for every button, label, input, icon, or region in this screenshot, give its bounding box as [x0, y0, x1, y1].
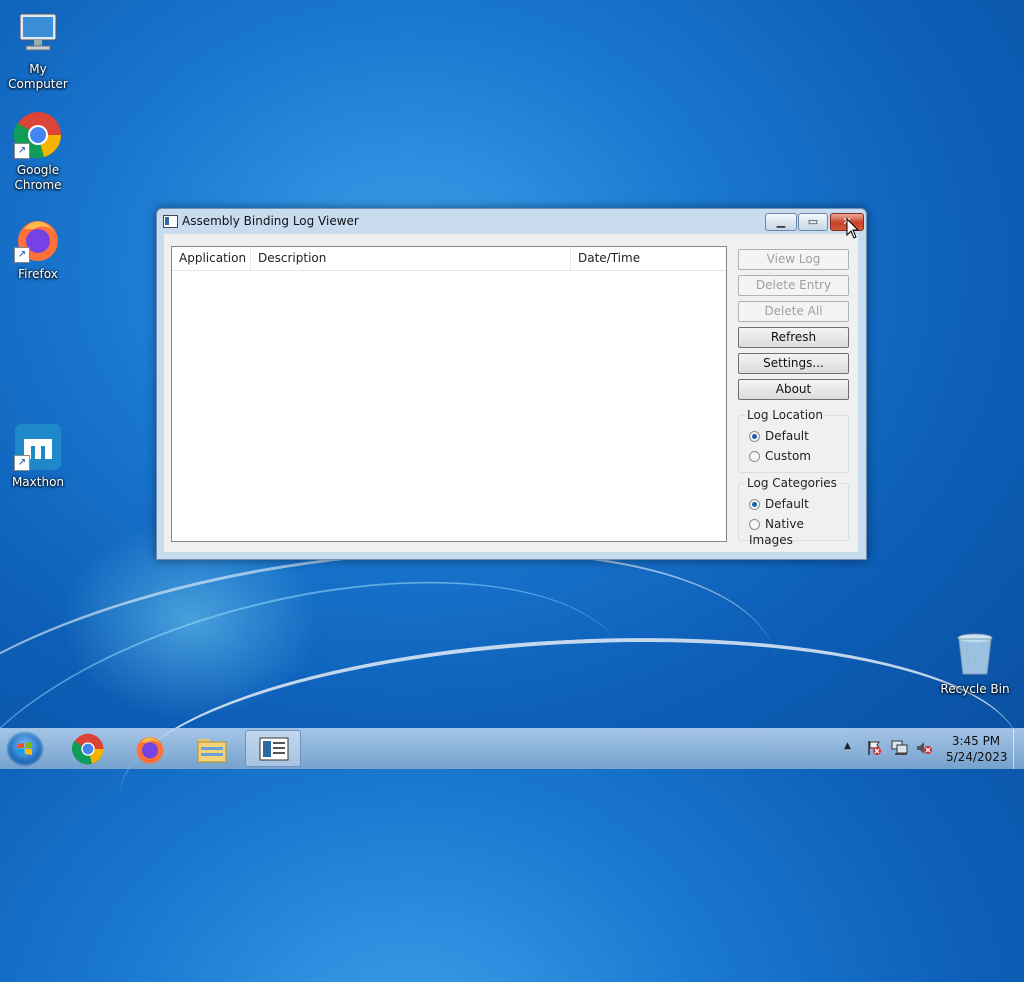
column-header-application[interactable]: Application — [172, 247, 251, 270]
action-center-flag-icon[interactable] — [866, 740, 882, 756]
log-location-group: Log Location Default Custom — [738, 408, 849, 473]
clock-time: 3:45 PM — [951, 734, 1001, 748]
taskbar-file-explorer[interactable] — [184, 730, 240, 767]
window-title: Assembly Binding Log Viewer — [182, 214, 359, 228]
list-header: Application Description Date/Time — [172, 247, 726, 271]
start-button[interactable] — [6, 731, 44, 767]
chrome-icon — [72, 733, 104, 765]
taskbar-assembly-binding-log-viewer[interactable] — [245, 730, 301, 767]
log-location-custom-radio[interactable]: Custom — [749, 448, 811, 464]
radio-unselected-icon — [749, 451, 760, 462]
volume-muted-icon[interactable] — [915, 740, 933, 756]
shortcut-arrow-icon: ↗ — [14, 247, 30, 263]
desktop-icon-my-computer[interactable]: My Computer — [0, 10, 76, 92]
windows-logo-icon — [18, 742, 32, 755]
assembly-binding-log-viewer-window[interactable]: Assembly Binding Log Viewer ▁ ▭ ✕ Applic… — [156, 208, 867, 560]
desktop-icon-maxthon[interactable]: ↗ Maxthon — [0, 423, 76, 490]
refresh-button[interactable]: Refresh — [738, 327, 849, 348]
folder-icon — [197, 739, 227, 763]
application-icon — [259, 737, 289, 761]
firefox-icon — [136, 737, 164, 764]
desktop-icon-label: Recycle Bin — [940, 682, 1010, 696]
log-categories-default-radio[interactable]: Default — [749, 496, 809, 512]
desktop-icon-label: Google Chrome — [14, 163, 62, 192]
log-entries-list[interactable]: Application Description Date/Time — [171, 246, 727, 542]
maxthon-icon: ↗ — [14, 423, 62, 471]
taskbar: ▲ 3:45 PM 5/24/2023 — [0, 728, 1024, 769]
recycle-bin-icon — [951, 630, 999, 678]
shortcut-arrow-icon: ↗ — [14, 455, 30, 471]
log-location-default-radio[interactable]: Default — [749, 428, 809, 444]
shortcut-arrow-icon: ↗ — [14, 143, 30, 159]
maximize-button[interactable]: ▭ — [798, 213, 828, 231]
desktop-icon-label: Firefox — [18, 267, 58, 281]
desktop-icon-google-chrome[interactable]: ↗ Google Chrome — [0, 111, 76, 193]
title-bar[interactable]: Assembly Binding Log Viewer ▁ ▭ ✕ — [157, 209, 866, 234]
chrome-icon: ↗ — [13, 111, 62, 159]
maximize-icon: ▭ — [807, 215, 819, 228]
log-categories-legend: Log Categories — [745, 476, 839, 490]
radio-label: Default — [765, 497, 809, 511]
show-hidden-icons-button[interactable]: ▲ — [844, 741, 856, 755]
view-log-button[interactable]: View Log — [738, 249, 849, 270]
desktop-icon-label: My Computer — [8, 62, 68, 91]
log-categories-native-images-radio[interactable]: Native Images — [749, 516, 848, 547]
computer-icon — [14, 10, 62, 58]
log-location-legend: Log Location — [745, 408, 826, 422]
radio-label: Default — [765, 429, 809, 443]
taskbar-firefox[interactable] — [122, 730, 178, 767]
radio-selected-icon — [749, 431, 760, 442]
about-button[interactable]: About — [738, 379, 849, 400]
taskbar-chrome[interactable] — [60, 730, 116, 767]
taskbar-clock[interactable]: 3:45 PM 5/24/2023 — [946, 733, 1008, 765]
mouse-pointer-icon — [846, 217, 860, 243]
minimize-icon: ▁ — [776, 215, 786, 228]
clock-date: 5/24/2023 — [946, 750, 1008, 764]
log-categories-group: Log Categories Default Native Images — [738, 476, 849, 547]
column-header-date-time[interactable]: Date/Time — [571, 247, 726, 270]
column-header-description[interactable]: Description — [251, 247, 571, 270]
radio-label: Custom — [765, 449, 811, 463]
application-icon — [163, 215, 178, 228]
delete-all-button[interactable]: Delete All — [738, 301, 849, 322]
network-icon[interactable] — [891, 740, 909, 756]
show-desktop-button[interactable] — [1013, 729, 1024, 769]
settings-button[interactable]: Settings... — [738, 353, 849, 374]
desktop-icon-recycle-bin[interactable]: Recycle Bin — [937, 630, 1013, 697]
radio-selected-icon — [749, 499, 760, 510]
firefox-icon: ↗ — [14, 215, 62, 263]
minimize-button[interactable]: ▁ — [765, 213, 797, 231]
delete-entry-button[interactable]: Delete Entry — [738, 275, 849, 296]
window-client-area: Application Description Date/Time View L… — [164, 234, 858, 552]
desktop-icon-label: Maxthon — [11, 475, 65, 489]
desktop-icon-firefox[interactable]: ↗ Firefox — [0, 215, 76, 282]
radio-unselected-icon — [749, 519, 760, 530]
